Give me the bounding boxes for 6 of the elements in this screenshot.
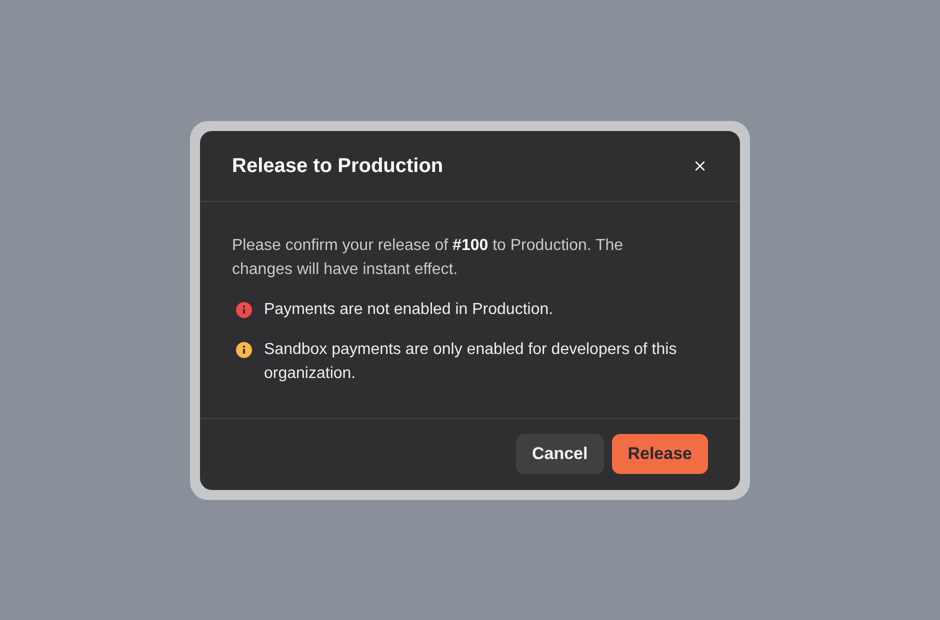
notice-text: Sandbox payments are only enabled for developers of this organization. [264,340,678,384]
dialog-title: Release to Production [232,154,444,178]
cancel-button[interactable]: Cancel [516,434,604,474]
confirmation-message: Please confirm your release of #100 to Production. The changes will have instant effect. [232,236,624,280]
release-button[interactable]: Release [612,434,708,474]
notice-text: Payments are not enabled in Production. [264,300,554,320]
